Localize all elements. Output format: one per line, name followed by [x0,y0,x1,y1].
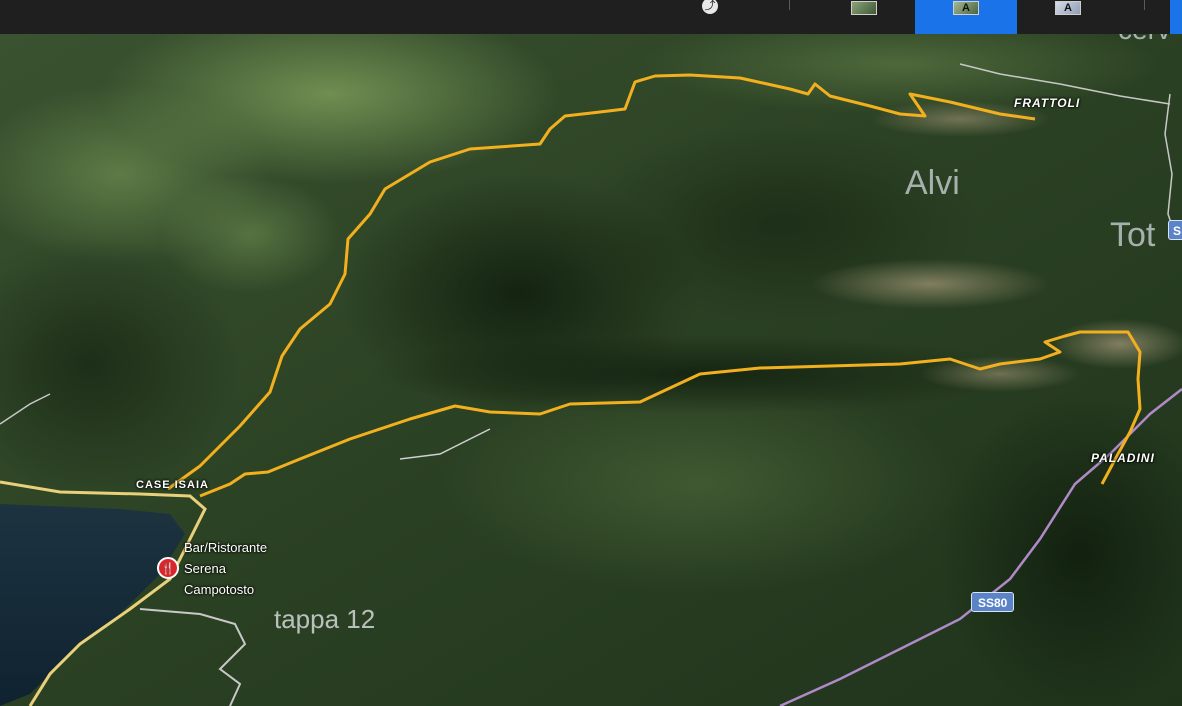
streetside-thumbnail-icon: A [1055,1,1081,15]
road-shield-ss80[interactable]: SS80 [971,592,1015,612]
place-label-alvi[interactable]: Alvi [905,164,960,203]
map-style-road-button[interactable] [838,0,890,34]
share-button[interactable]: ⤴ [690,0,730,34]
place-label-case-isaia[interactable]: CASE ISAIA [136,479,209,491]
map-style-aerial-labels-button[interactable]: A [915,0,1017,34]
poi-label-bar-ristorante[interactable]: Bar/Ristorante Serena Campotosto [184,537,267,600]
rocky-slope [810,259,1050,309]
area-label-tappa: tappa 12 [274,604,376,634]
map-toolbar: ⤴ A A [0,0,1182,34]
place-label-tot[interactable]: Tot [1110,216,1155,255]
poi-name-line2: Serena [184,561,226,576]
restaurant-icon[interactable]: 🍴 [157,557,179,579]
aerial-labels-thumbnail-icon: A [953,1,979,15]
road-map-thumbnail-icon [851,1,877,15]
toolbar-edge-button[interactable] [1170,0,1182,34]
rocky-slope [920,356,1080,392]
place-label-frattoli[interactable]: FRATTOLI [1014,96,1080,110]
road-shield-partial[interactable]: S [1168,220,1182,240]
toolbar-divider [789,0,790,10]
poi-name-line3: Campotosto [184,582,255,597]
map-style-streetside-button[interactable]: A [1042,0,1094,34]
map-viewport[interactable]: FRATTOLI PALADINI CASE ISAIA Alvi Tot ce… [0,34,1182,706]
share-icon: ⤴ [702,0,718,14]
toolbar-divider [1144,0,1145,10]
poi-name-line1: Bar/Ristorante [184,540,268,555]
place-label-cerv[interactable]: cerv [1118,34,1171,46]
place-label-paladini[interactable]: PALADINI [1091,451,1155,465]
